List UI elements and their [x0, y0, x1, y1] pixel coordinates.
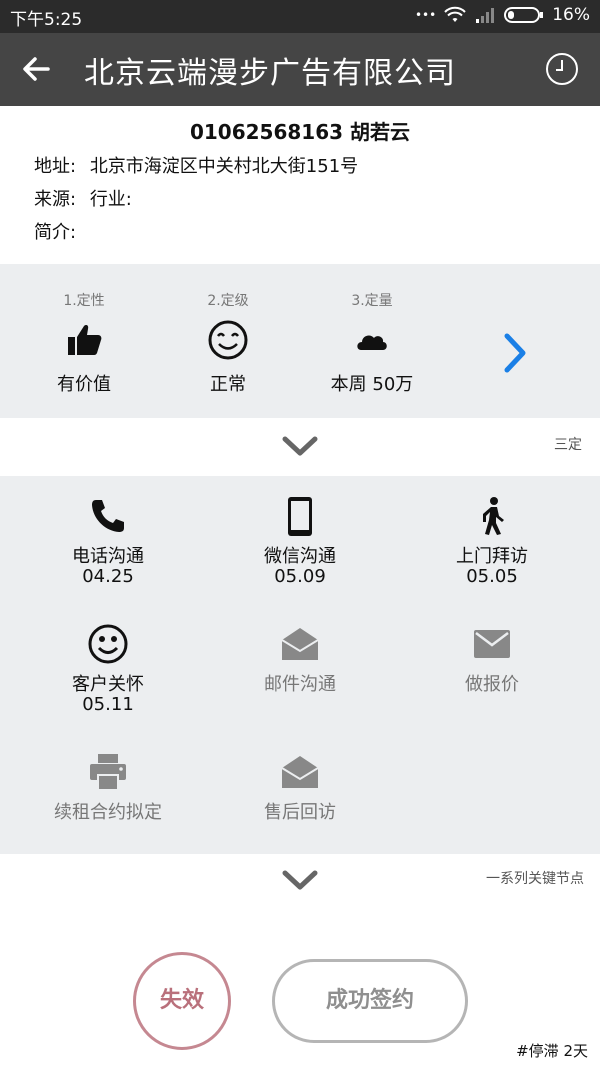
- action-label: 做报价: [465, 674, 519, 695]
- address-row: 地址: 北京市海淀区中关村北大街151号: [34, 152, 358, 178]
- chevron-down-icon[interactable]: [280, 432, 320, 460]
- action-date: 05.09: [274, 566, 326, 587]
- action-label: 电话沟通: [72, 546, 144, 567]
- status-right: ••• 16%: [415, 5, 590, 25]
- battery-icon: [504, 7, 544, 23]
- signal-icon: [476, 8, 495, 23]
- smile-icon: [88, 624, 128, 664]
- key-nodes-link[interactable]: 一系列关键节点: [486, 868, 584, 888]
- industry-label: 行业:: [89, 189, 132, 210]
- step-value: 本周 50万: [330, 374, 414, 395]
- action-label: 续租合约拟定: [54, 802, 162, 823]
- contact-phone-name: 01062568163 胡若云: [189, 120, 411, 144]
- action-label: 客户关怀: [72, 674, 144, 695]
- three-steps-panel: 1.定性 有价值 2.定级 正常 3.定量 本周 50万: [0, 264, 600, 418]
- action-label: 微信沟通: [264, 546, 336, 567]
- status-bar: 下午5:25 ••• 16%: [0, 0, 600, 33]
- mobile-icon: [288, 497, 312, 536]
- status-time: 下午5:25: [10, 10, 83, 30]
- action-label: 邮件沟通: [264, 674, 336, 695]
- action-date: 05.11: [82, 694, 134, 715]
- address-label: 地址:: [34, 156, 77, 177]
- more-dots-icon: •••: [414, 8, 437, 22]
- step-label: 3.定量: [351, 293, 393, 309]
- chevron-right-icon[interactable]: [495, 328, 535, 378]
- printer-icon: [90, 754, 126, 791]
- three-steps-link[interactable]: 三定: [554, 434, 582, 454]
- cloud-icon: [357, 335, 387, 350]
- source-row: 来源: 行业:: [34, 185, 132, 211]
- actions-grid: 电话沟通 04.25 微信沟通 05.09 上门拜访 05.05 客户关怀 05…: [0, 476, 600, 854]
- action-label: 上门拜访: [456, 546, 528, 567]
- app-header: 北京云端漫步广告有限公司: [0, 33, 600, 106]
- envelope-icon: [474, 630, 510, 658]
- stagnation-tag: #停滞 2天: [516, 1042, 588, 1060]
- intro-row: 简介:: [34, 218, 84, 244]
- battery-percent: 16%: [552, 5, 590, 25]
- thumbs-up-icon: [68, 325, 102, 355]
- sign-success-button[interactable]: 成功签约: [272, 959, 468, 1043]
- smile-icon: [208, 320, 248, 360]
- action-date: 04.25: [82, 566, 134, 587]
- phone-icon: [92, 500, 124, 532]
- wifi-icon: [444, 6, 466, 22]
- envelope-open-icon: [281, 756, 319, 788]
- chevron-down-icon[interactable]: [280, 866, 320, 894]
- step-label: 2.定级: [207, 293, 249, 309]
- clock-icon[interactable]: [544, 51, 580, 87]
- source-label: 来源:: [34, 189, 77, 210]
- back-arrow-icon[interactable]: [18, 51, 54, 87]
- envelope-open-icon: [281, 628, 319, 660]
- action-date: 05.05: [466, 566, 518, 587]
- step-value: 有价值: [57, 374, 111, 395]
- address-value: 北京市海淀区中关村北大街151号: [89, 156, 359, 177]
- step-label: 1.定性: [63, 293, 105, 309]
- invalidate-button[interactable]: 失效: [133, 952, 231, 1050]
- walk-icon: [483, 497, 504, 535]
- step-value: 正常: [210, 374, 246, 395]
- intro-label: 简介:: [34, 222, 77, 243]
- action-label: 售后回访: [264, 802, 336, 823]
- page-title: 北京云端漫步广告有限公司: [84, 56, 456, 91]
